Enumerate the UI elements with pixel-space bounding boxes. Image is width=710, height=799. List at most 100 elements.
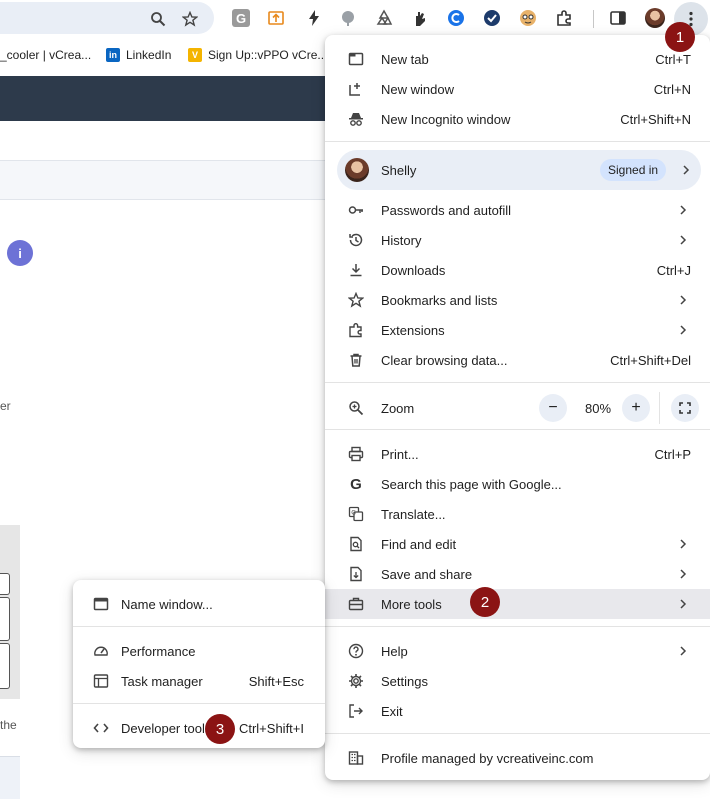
menu-divider	[73, 626, 325, 627]
menu-item-history[interactable]: History	[325, 225, 710, 255]
printer-icon	[347, 445, 365, 463]
menu-item-managed-profile[interactable]: Profile managed by vcreativeinc.com	[325, 743, 710, 773]
menu-label: Clear browsing data...	[381, 352, 508, 368]
menu-label: New window	[381, 81, 454, 97]
menu-item-translate[interactable]: G Translate...	[325, 499, 710, 529]
menu-item-new-tab[interactable]: New tab Ctrl+T	[325, 44, 710, 74]
menu-item-save-share[interactable]: Save and share	[325, 559, 710, 589]
bookmark-item[interactable]: _cooler | vCrea...	[0, 48, 91, 62]
recycle-extension-icon[interactable]	[375, 9, 393, 27]
menu-item-extensions[interactable]: Extensions	[325, 315, 710, 345]
menu-label: Extensions	[381, 322, 445, 338]
chevron-right-icon	[680, 235, 687, 245]
submenu-item-task-manager[interactable]: Task manager Shift+Esc	[73, 666, 325, 696]
menu-shortcut: Ctrl+Shift+N	[620, 111, 691, 127]
panel-cell	[0, 597, 10, 641]
chevron-right-icon	[680, 205, 687, 215]
menu-shortcut: Ctrl+T	[655, 51, 691, 67]
menu-divider	[73, 703, 325, 704]
menu-label: Developer tools	[121, 720, 212, 736]
grammarly-extension-icon[interactable]: G	[232, 9, 250, 27]
menu-label: Zoom	[381, 400, 415, 416]
puzzle-icon	[347, 321, 365, 339]
submenu-item-developer-tools[interactable]: Developer tools Ctrl+Shift+I	[73, 713, 325, 743]
chevron-right-icon	[680, 325, 687, 335]
bookmark-item[interactable]: V Sign Up::vPPO vCre...	[188, 48, 327, 62]
menu-item-more-tools[interactable]: More tools	[325, 589, 710, 619]
google-g-icon: G	[350, 475, 362, 493]
task-manager-icon	[92, 672, 110, 690]
history-icon	[347, 231, 365, 249]
trash-icon	[347, 351, 365, 369]
fullscreen-button[interactable]	[671, 394, 699, 422]
menu-divider	[325, 382, 710, 383]
menu-item-clear-data[interactable]: Clear browsing data... Ctrl+Shift+Del	[325, 345, 710, 375]
pin-extension-icon[interactable]	[339, 9, 357, 27]
menu-label: Exit	[381, 703, 403, 719]
chevron-right-icon	[680, 599, 687, 609]
menu-item-help[interactable]: Help	[325, 636, 710, 666]
step-badge-1: 1	[665, 22, 695, 52]
menu-item-passwords[interactable]: Passwords and autofill	[325, 195, 710, 225]
bookmark-item[interactable]: in LinkedIn	[106, 48, 171, 62]
info-icon[interactable]: i	[7, 240, 33, 266]
menu-divider	[325, 141, 710, 142]
download-icon	[347, 261, 365, 279]
menu-item-search-google[interactable]: G Search this page with Google...	[325, 469, 710, 499]
profile-name: Shelly	[381, 163, 417, 178]
menu-label: Passwords and autofill	[381, 202, 512, 218]
menu-shortcut: Ctrl+N	[653, 81, 691, 97]
zoom-in-button[interactable]: +	[622, 394, 650, 422]
upload-extension-icon[interactable]	[267, 9, 285, 27]
menu-shortcut: Ctrl+Shift+Del	[610, 352, 691, 368]
zoom-lens-icon[interactable]	[150, 11, 166, 27]
help-icon	[347, 642, 365, 660]
profile-avatar[interactable]	[645, 8, 665, 28]
checkmark-extension-icon[interactable]	[483, 9, 501, 27]
menu-item-find-edit[interactable]: Find and edit	[325, 529, 710, 559]
bookmark-star-icon[interactable]	[182, 11, 198, 27]
zoom-row: Zoom − 80% +	[325, 390, 710, 426]
face-extension-icon[interactable]	[519, 9, 537, 27]
menu-label: Print...	[381, 446, 419, 462]
page-text-fragment: the	[0, 718, 17, 732]
more-tools-submenu: Name window... Performance Task manager …	[73, 580, 325, 748]
save-page-icon	[347, 565, 365, 583]
menu-item-settings[interactable]: Settings	[325, 666, 710, 696]
chevron-right-icon	[680, 569, 687, 579]
menu-item-new-window[interactable]: New window Ctrl+N	[325, 74, 710, 104]
lightning-extension-icon[interactable]	[305, 9, 323, 27]
submenu-item-performance[interactable]: Performance	[73, 636, 325, 666]
exit-icon	[347, 702, 365, 720]
menu-label: Save and share	[381, 566, 473, 582]
menu-item-new-incognito[interactable]: New Incognito window Ctrl+Shift+N	[325, 104, 710, 134]
blue-c-extension-icon[interactable]	[447, 9, 465, 27]
extensions-puzzle-icon[interactable]	[555, 9, 573, 27]
submenu-item-name-window[interactable]: Name window...	[73, 589, 325, 619]
address-bar[interactable]	[0, 2, 214, 34]
menu-item-downloads[interactable]: Downloads Ctrl+J	[325, 255, 710, 285]
menu-item-exit[interactable]: Exit	[325, 696, 710, 726]
zoom-value: 80%	[584, 401, 612, 416]
hand-extension-icon[interactable]	[411, 9, 429, 27]
new-tab-icon	[347, 50, 365, 68]
page-text-fragment: er	[0, 399, 11, 413]
menu-label: Find and edit	[381, 536, 457, 552]
side-panel-icon[interactable]	[609, 9, 627, 27]
browser-toolbar: G	[0, 0, 710, 38]
chrome-main-menu: New tab Ctrl+T New window Ctrl+N New Inc…	[325, 35, 710, 780]
bookmark-label: _cooler | vCrea...	[0, 48, 92, 62]
code-brackets-icon	[92, 719, 110, 737]
panel-cell	[0, 573, 10, 595]
profile-row[interactable]: Shelly Signed in	[337, 150, 701, 190]
chevron-right-icon	[680, 295, 687, 305]
step-badge-3: 3	[205, 714, 235, 744]
zoom-out-button[interactable]: −	[539, 394, 567, 422]
incognito-icon	[347, 110, 365, 128]
menu-shortcut: Ctrl+Shift+I	[238, 720, 304, 736]
menu-item-bookmarks[interactable]: Bookmarks and lists	[325, 285, 710, 315]
menu-label: Bookmarks and lists	[381, 292, 498, 308]
menu-divider	[325, 429, 710, 430]
menu-label: Downloads	[381, 262, 446, 278]
menu-item-print[interactable]: Print... Ctrl+P	[325, 439, 710, 469]
